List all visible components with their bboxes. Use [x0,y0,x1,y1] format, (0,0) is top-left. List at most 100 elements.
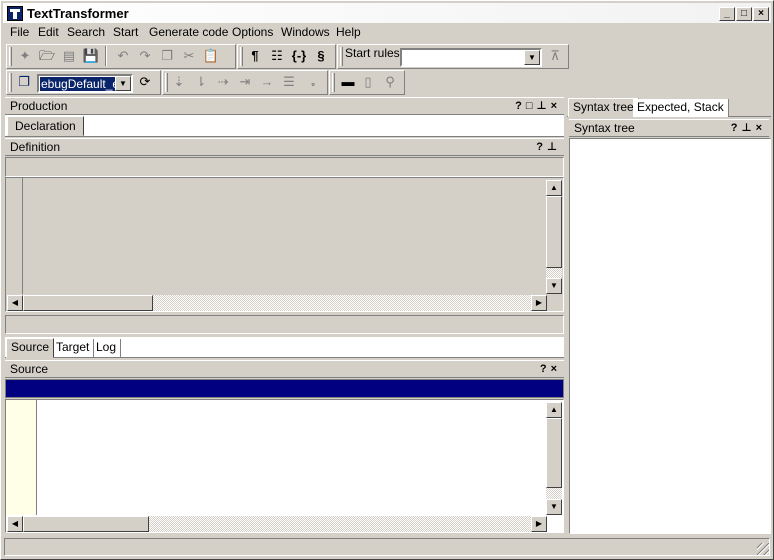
maximize-icon[interactable]: □ [526,98,537,115]
undo-icon[interactable]: ↶ [113,46,133,66]
syntax-tree-panel-title: Syntax tree [574,121,635,135]
close-icon[interactable]: × [551,361,561,378]
menu-windows[interactable]: Windows [281,25,330,39]
production-panel-title: Production [10,99,68,113]
stop-icon[interactable]: ▫ [303,74,323,94]
menu-generate-code[interactable]: Generate code [149,25,228,39]
source-editor[interactable]: ▲ ▼ ◀ ▶ [5,399,564,533]
toolbar-start-rules: Start rules ▼ ⊼ [337,44,569,69]
list-icon[interactable]: ☰ [279,72,299,92]
menu-file[interactable]: File [10,25,29,39]
vertical-scroll-thumb[interactable] [546,418,562,488]
syntax-tree-panel-header: Syntax tree ?⊥× [569,119,769,137]
step-out-icon[interactable]: ⇢ [213,72,233,92]
close-icon[interactable]: × [551,98,561,115]
horizontal-scroll-track[interactable] [149,516,531,532]
tab-syntax-tree[interactable]: Syntax tree [568,98,639,117]
help-icon[interactable]: ? [536,139,547,156]
horizontal-scroll-track[interactable] [153,295,531,311]
close-icon[interactable]: × [756,120,766,137]
tab-declaration[interactable]: Declaration [7,116,84,136]
close-button[interactable]: × [753,7,769,21]
production-panel-header: Production ?□⊥× [5,97,564,115]
scroll-right-icon[interactable]: ▶ [531,295,547,311]
save-all-icon[interactable]: ▤ [59,46,79,66]
pin-icon[interactable]: ⊥ [742,120,756,137]
toolbar-grip[interactable] [240,47,243,66]
redo-icon[interactable]: ↷ [135,46,155,66]
horizontal-scroll-thumb[interactable] [23,516,149,532]
vertical-scroll-thumb[interactable] [546,196,562,268]
chevron-down-icon[interactable]: ▼ [524,50,540,65]
menu-bar: File Edit Search Start Generate code Opt… [3,23,771,41]
toolbar-grip[interactable] [332,73,335,92]
tab-target[interactable]: Target [52,339,95,358]
toolbar-file: ✦ 🗁 ▤ 💾 ↶ ↷ ❐ ✂ 📋 [6,44,236,69]
refresh-icon[interactable]: ⟳ [135,72,155,92]
status-bar-panel [4,538,770,556]
run-to-cursor-icon[interactable]: ⇥ [235,72,255,92]
vertical-scroll-track[interactable] [546,268,562,278]
toolbar-grip[interactable] [165,73,168,92]
step-over-icon[interactable]: ⇂ [191,72,211,92]
syntax-tree-view[interactable] [569,138,771,534]
menu-search[interactable]: Search [67,25,105,39]
title-bar[interactable]: TextTransformer _ □ × [3,3,771,23]
toolbar-step: ⇣ ⇂ ⇢ ⇥ → ☰ ▫ [162,70,328,95]
scroll-down-icon[interactable]: ▼ [546,499,562,515]
scroll-left-icon[interactable]: ◀ [7,295,23,311]
cut-icon[interactable]: ✂ [179,46,199,66]
menu-help[interactable]: Help [336,25,361,39]
copy-icon[interactable]: ❐ [157,46,177,66]
debug-mode-value: ebugDefault_er [40,77,125,91]
source-gutter [6,400,37,515]
minus-icon[interactable]: ▬ [338,72,358,92]
toolbar-grip[interactable] [9,47,12,66]
braces-icon[interactable]: {-} [289,46,309,66]
maximize-button[interactable]: □ [736,7,752,21]
panel-header-icons: ?× [540,361,561,378]
debug-mode-combo[interactable]: ebugDefault_er ▼ [37,74,133,93]
new-file-icon[interactable]: ✦ [15,46,35,66]
inspect-icon[interactable]: ⚲ [380,72,400,92]
menu-start[interactable]: Start [113,25,138,39]
help-icon[interactable]: ? [731,120,742,137]
help-icon[interactable]: ? [540,361,551,378]
help-icon[interactable]: ? [515,98,526,115]
menu-edit[interactable]: Edit [38,25,59,39]
app-icon[interactable] [7,6,23,21]
horizontal-scroll-thumb[interactable] [23,295,153,311]
definition-editor[interactable]: ▲ ▼ ◀ ▶ [5,177,564,312]
resize-grip-icon[interactable] [757,543,769,555]
tab-expected-stack[interactable]: Expected, Stack [633,99,729,117]
scroll-up-icon[interactable]: ▲ [546,180,562,196]
step-into-icon[interactable]: ⇣ [169,72,189,92]
windows-icon[interactable]: ❐ [14,72,34,92]
toolbar-grip[interactable] [9,73,12,92]
paragraph-icon[interactable]: ¶ [245,46,265,66]
start-rules-combo[interactable]: ▼ [400,48,542,67]
tree-structure-icon[interactable]: ⊼ [545,46,565,66]
open-folder-icon[interactable]: 🗁 [37,46,57,66]
scroll-up-icon[interactable]: ▲ [546,402,562,418]
bookmark-icon[interactable]: ▯ [358,72,378,92]
vertical-scroll-track[interactable] [546,488,562,499]
source-selection-bar[interactable] [5,379,564,398]
minimize-button[interactable]: _ [719,7,735,21]
indent-icon[interactable]: ☷ [267,46,287,66]
arrow-right-icon[interactable]: → [257,72,277,92]
tab-log[interactable]: Log [92,339,122,358]
toolbar-grip[interactable] [340,47,343,66]
tab-source[interactable]: Source [6,338,55,358]
toolbar-breakpoints: ▬ ▯ ⚲ [329,70,405,95]
scroll-left-icon[interactable]: ◀ [7,516,23,532]
pin-icon[interactable]: ⊥ [547,139,561,156]
save-icon[interactable]: 💾 [81,46,101,66]
menu-options[interactable]: Options [232,25,273,39]
scroll-down-icon[interactable]: ▼ [546,278,562,294]
paste-icon[interactable]: 📋 [201,46,221,66]
link-icon[interactable]: § [311,46,331,66]
pin-icon[interactable]: ⊥ [537,98,551,115]
scroll-right-icon[interactable]: ▶ [531,516,547,532]
chevron-down-icon[interactable]: ▼ [115,76,131,91]
